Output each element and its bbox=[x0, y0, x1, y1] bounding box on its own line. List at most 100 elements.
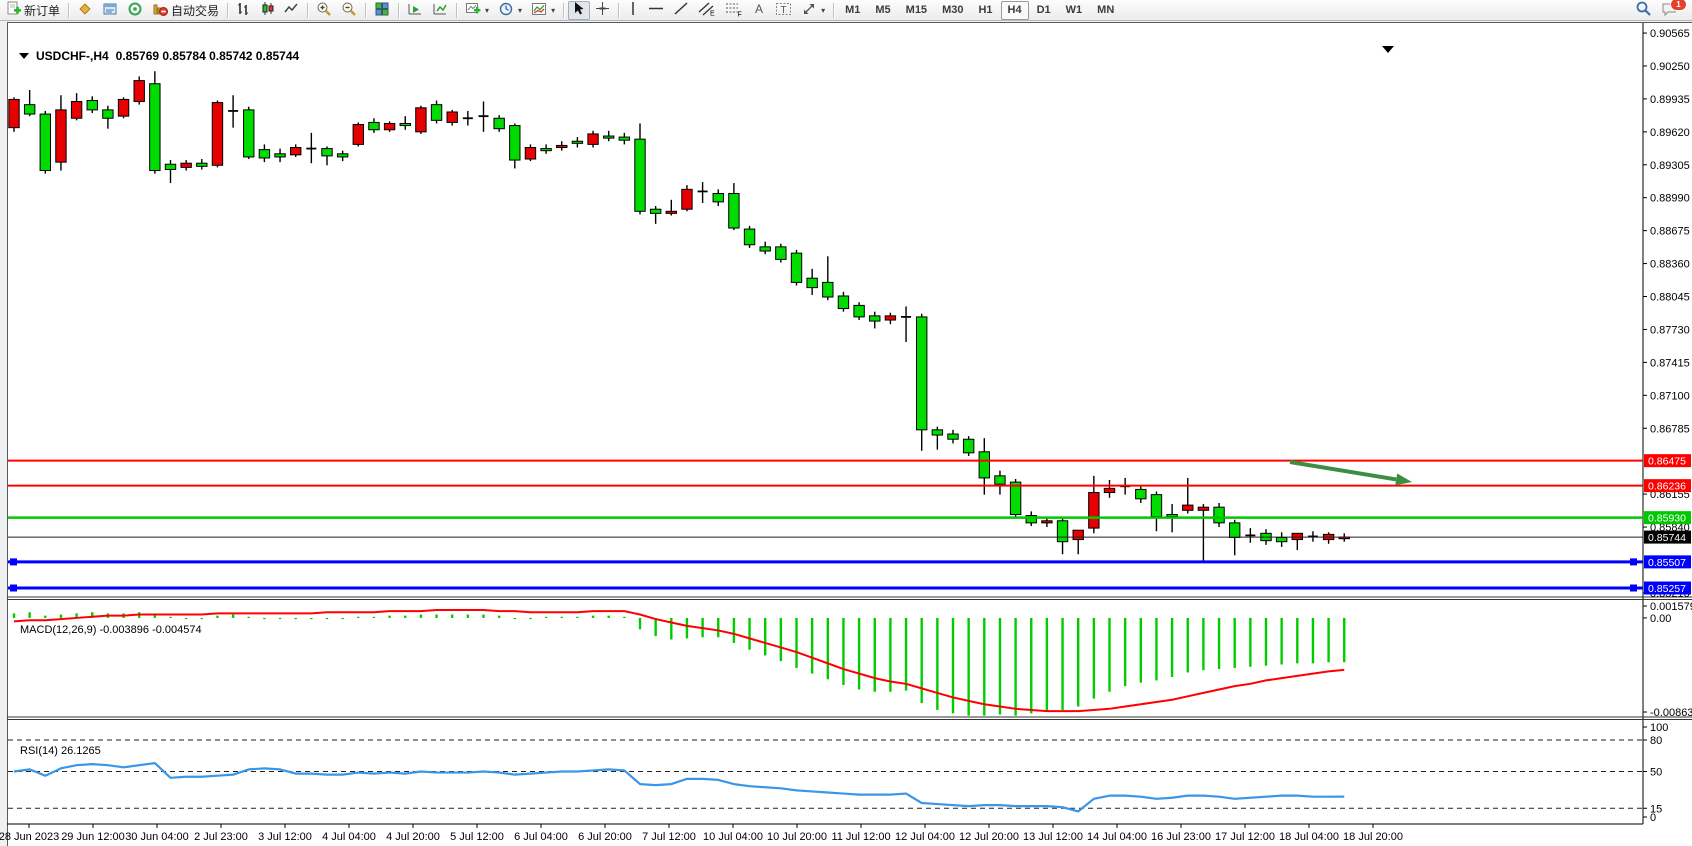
bearish-candle bbox=[510, 126, 520, 161]
macd-bar bbox=[216, 616, 218, 618]
bearish-candle bbox=[1151, 495, 1161, 517]
macd-bar bbox=[1124, 618, 1126, 686]
macd-bar bbox=[827, 618, 829, 679]
macd-axis-label: -0.008633 bbox=[1650, 707, 1692, 719]
axis-price-label-text: 0.85257 bbox=[1648, 583, 1686, 595]
macd-bar bbox=[1030, 618, 1032, 713]
bearish-candle bbox=[103, 110, 113, 118]
trend-arrow-object[interactable] bbox=[1290, 462, 1396, 479]
macd-bar bbox=[639, 618, 641, 629]
macd-bar bbox=[842, 618, 844, 685]
macd-bar bbox=[1187, 618, 1189, 673]
macd-axis-label: 0.00 bbox=[1650, 613, 1671, 625]
time-tick-label: 3 Jul 12:00 bbox=[258, 831, 312, 843]
macd-bar bbox=[858, 618, 860, 690]
time-tick-label: 6 Jul 04:00 bbox=[514, 831, 568, 843]
bearish-candle bbox=[1276, 538, 1286, 542]
bearish-candle bbox=[604, 136, 614, 138]
macd-bar bbox=[1077, 618, 1079, 707]
bearish-candle bbox=[259, 150, 269, 158]
bearish-candle bbox=[1010, 482, 1020, 514]
time-tick-label: 29 Jun 12:00 bbox=[61, 831, 125, 843]
time-tick-label: 10 Jul 04:00 bbox=[703, 831, 763, 843]
macd-bar bbox=[420, 615, 422, 618]
macd-bar bbox=[404, 616, 406, 618]
trend-arrow-head[interactable] bbox=[1395, 473, 1412, 485]
bullish-candle bbox=[1292, 533, 1302, 539]
macd-bar bbox=[529, 618, 531, 619]
bullish-candle bbox=[71, 102, 81, 119]
bullish-candle bbox=[1073, 530, 1083, 539]
macd-bar bbox=[1234, 618, 1236, 668]
axis-price-label-text: 0.85744 bbox=[1648, 532, 1686, 544]
time-tick-label: 18 Jul 04:00 bbox=[1279, 831, 1339, 843]
macd-bar bbox=[1140, 618, 1142, 683]
line-drag-handle[interactable] bbox=[10, 585, 17, 592]
macd-bar bbox=[373, 617, 375, 618]
price-tick-label: 0.90250 bbox=[1650, 61, 1690, 73]
macd-bar bbox=[357, 617, 359, 618]
bearish-candle bbox=[823, 282, 833, 297]
time-tick-label: 16 Jul 23:00 bbox=[1151, 831, 1211, 843]
bullish-candle bbox=[353, 125, 363, 145]
macd-bar bbox=[13, 613, 15, 618]
bearish-candle bbox=[807, 278, 817, 287]
rsi-axis-label: 100 bbox=[1650, 722, 1668, 734]
chart-shift-marker[interactable] bbox=[1382, 46, 1394, 53]
macd-bar bbox=[1343, 618, 1345, 662]
price-tick-label: 0.87100 bbox=[1650, 390, 1690, 402]
macd-bar bbox=[670, 618, 672, 640]
bearish-candle bbox=[744, 229, 754, 245]
macd-bar bbox=[1218, 618, 1220, 669]
bearish-candle bbox=[948, 434, 958, 439]
macd-bar bbox=[514, 618, 516, 619]
macd-bar bbox=[795, 618, 797, 668]
bullish-candle bbox=[682, 189, 692, 209]
macd-bar bbox=[576, 617, 578, 618]
macd-bar bbox=[169, 617, 171, 618]
bearish-candle bbox=[322, 149, 332, 156]
candles-layer bbox=[9, 71, 1350, 562]
bearish-candle bbox=[572, 141, 582, 143]
time-tick-label: 28 Jun 2023 bbox=[0, 831, 59, 843]
chart-canvas[interactable]: 0.905650.902500.899350.896200.893050.889… bbox=[0, 0, 1692, 846]
bullish-candle bbox=[885, 316, 895, 320]
bearish-candle bbox=[24, 105, 34, 114]
time-tick-label: 4 Jul 20:00 bbox=[386, 831, 440, 843]
line-drag-handle[interactable] bbox=[1630, 585, 1637, 592]
time-tick-label: 5 Jul 12:00 bbox=[450, 831, 504, 843]
axis-price-label-text: 0.85507 bbox=[1648, 557, 1686, 569]
price-tick-label: 0.87730 bbox=[1650, 324, 1690, 336]
macd-bar bbox=[936, 618, 938, 710]
bullish-candle bbox=[1042, 521, 1052, 523]
time-tick-label: 12 Jul 04:00 bbox=[895, 831, 955, 843]
bullish-candle bbox=[291, 148, 301, 155]
bearish-candle bbox=[431, 105, 441, 121]
price-tick-label: 0.87415 bbox=[1650, 357, 1690, 369]
macd-bar bbox=[780, 618, 782, 661]
bullish-candle bbox=[118, 99, 128, 116]
macd-bar bbox=[326, 618, 328, 619]
bearish-candle bbox=[541, 149, 551, 151]
macd-bar bbox=[999, 618, 1001, 715]
time-tick-label: 7 Jul 12:00 bbox=[642, 831, 696, 843]
bearish-candle bbox=[165, 164, 175, 169]
time-tick-label: 13 Jul 12:00 bbox=[1023, 831, 1083, 843]
line-drag-handle[interactable] bbox=[10, 558, 17, 565]
macd-bar bbox=[874, 618, 876, 692]
price-tick-label: 0.89935 bbox=[1650, 94, 1690, 106]
bearish-candle bbox=[870, 316, 880, 321]
macd-bar bbox=[263, 618, 265, 619]
line-drag-handle[interactable] bbox=[1630, 558, 1637, 565]
time-tick-label: 14 Jul 04:00 bbox=[1087, 831, 1147, 843]
bullish-candle bbox=[1089, 493, 1099, 529]
bearish-candle bbox=[729, 194, 739, 229]
axis-price-label-text: 0.86236 bbox=[1648, 481, 1686, 493]
bearish-candle bbox=[760, 247, 770, 251]
bearish-candle bbox=[1214, 507, 1224, 523]
bearish-candle bbox=[400, 123, 410, 125]
macd-bar bbox=[1327, 618, 1329, 662]
window-menu-icon[interactable] bbox=[19, 53, 29, 59]
macd-bar bbox=[279, 618, 281, 619]
axis-price-label-text: 0.85930 bbox=[1648, 513, 1686, 525]
